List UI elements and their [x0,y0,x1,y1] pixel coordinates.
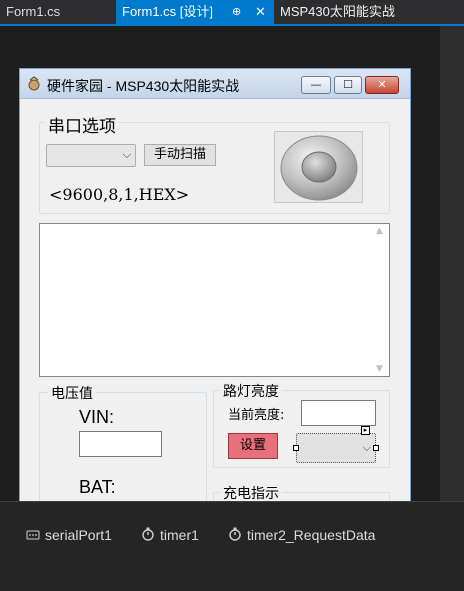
selection-handle-right[interactable] [373,445,379,451]
vin-label: VIN: [79,407,115,427]
led-indicator-icon [280,135,358,201]
stopwatch-icon [228,527,242,541]
tab-form1-code[interactable]: Form1.cs [0,0,116,24]
lamp-brightness-title: 路灯亮度 [220,381,282,401]
brightness-combobox[interactable]: ⌵ [296,433,376,463]
form-titlebar[interactable]: 硬件家园 - MSP430太阳能实战 — ☐ ✕ [20,69,410,99]
tab-form1-design-label: Form1.cs [设计] [122,4,214,19]
minimize-button[interactable]: — [301,76,331,94]
voltage-group-title: 电压值 [48,383,96,403]
serial-port-icon [26,529,40,543]
tray-item-label: timer1 [160,527,199,543]
designer-surface: 硬件家园 - MSP430太阳能实战 — ☐ ✕ 串口选项 ⌵ 手动扫描 <96… [0,26,464,528]
tray-item-timer1[interactable]: timer1 [141,527,199,543]
chevron-down-icon: ⌵ [362,441,371,454]
receive-textbox[interactable]: ▲ ▼ [39,223,390,377]
port-combobox[interactable]: ⌵ [46,144,136,167]
receive-scrollbar[interactable]: ▲ ▼ [372,224,389,376]
bat-label: BAT: [79,477,116,497]
close-tab-icon[interactable]: ✕ [255,0,266,24]
selection-handle-left[interactable] [293,445,299,451]
tab-project[interactable]: MSP430太阳能实战 [274,0,401,24]
chevron-down-icon: ⌵ [122,148,131,161]
smart-tag-icon[interactable]: ▸ [361,426,370,435]
vin-textbox[interactable] [79,431,162,457]
tab-form1-design[interactable]: Form1.cs [设计] ⊕ ✕ [116,0,274,24]
maximize-button[interactable]: ☐ [334,76,362,94]
tray-item-label: serialPort1 [45,527,112,543]
close-button[interactable]: ✕ [365,76,399,94]
stopwatch-icon [141,527,155,541]
serial-settings-text: <9600,8,1,HEX> [49,185,190,204]
set-brightness-button[interactable]: 设置 [228,433,278,459]
manual-scan-button[interactable]: 手动扫描 [144,144,216,166]
connection-led-button[interactable] [274,131,363,203]
scroll-up-icon[interactable]: ▲ [376,226,383,236]
current-brightness-textbox[interactable] [301,400,376,426]
serial-options-title: 串口选项 [45,112,119,137]
designer-scrollbar[interactable] [440,26,464,501]
tray-item-label: timer2_RequestData [247,527,376,543]
scroll-down-icon[interactable]: ▼ [376,364,383,374]
tab-project-label: MSP430太阳能实战 [280,4,395,19]
tray-item-timer2[interactable]: timer2_RequestData [228,527,375,543]
form-title: 硬件家园 - MSP430太阳能实战 [47,78,240,94]
pin-icon[interactable]: ⊕ [232,0,241,24]
app-icon [26,76,42,92]
form-window[interactable]: 硬件家园 - MSP430太阳能实战 — ☐ ✕ 串口选项 ⌵ 手动扫描 <96… [19,68,411,528]
document-tab-bar: Form1.cs Form1.cs [设计] ⊕ ✕ MSP430太阳能实战 [0,0,464,24]
tray-item-serialport1[interactable]: serialPort1 [26,527,112,543]
charge-indicator-title: 充电指示 [220,483,282,503]
component-tray: serialPort1 timer1 timer2_RequestData [0,501,464,591]
tab-form1-code-label: Form1.cs [6,4,61,19]
current-brightness-label: 当前亮度: [228,408,285,423]
